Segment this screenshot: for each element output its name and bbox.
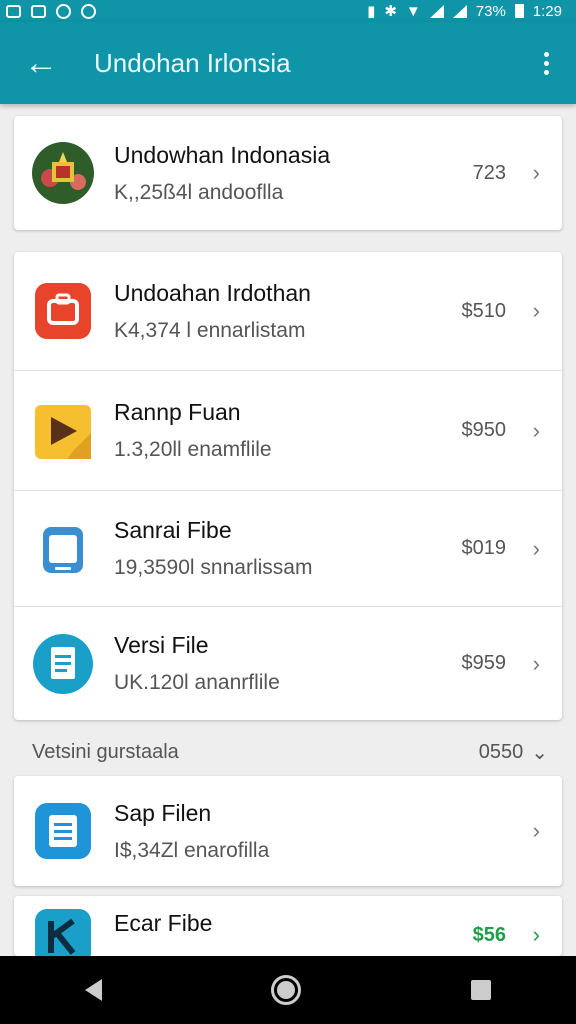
item-price: $959 [461, 652, 507, 674]
item-subtitle: UK.120l ananrflile [114, 671, 280, 694]
list-item[interactable]: Undowhan Indonasia K,,25ß4l andooflla 72… [14, 116, 562, 230]
k-logo-icon [32, 906, 94, 956]
vibrate-icon: ▮ [367, 3, 376, 20]
item-price: $510 [461, 299, 507, 322]
back-arrow-icon[interactable]: ← [0, 22, 82, 104]
status-bar: ▮ ✱ ▼ 73% 1:29 [0, 0, 576, 22]
item-price: 723 [472, 161, 506, 184]
chevron-right-icon: › [532, 818, 540, 843]
chevron-right-icon: › [532, 535, 540, 561]
list-document-icon [32, 800, 94, 862]
battery-icon [514, 4, 524, 18]
chevron-right-icon: › [532, 922, 540, 947]
play-icon [32, 400, 94, 462]
section-label: Vetsini gurstaala [32, 740, 179, 763]
item-name: Undowhan Indonasia [114, 141, 331, 168]
item-subtitle: 1.3,20ll enamflile [114, 438, 272, 461]
list-item[interactable]: Rannp Fuan 1.3,20ll enamflile $950 › [14, 370, 562, 490]
list-item[interactable]: Ecar Fibe $56 › [14, 896, 562, 956]
overflow-menu-icon[interactable] [516, 51, 576, 75]
item-name: Rannp Fuan [114, 399, 241, 425]
item-subtitle: I$,34Zl enarofilla [114, 838, 270, 862]
list-card: Sap Filen I$,34Zl enarofilla › [14, 776, 562, 886]
item-name: Versi File [114, 632, 209, 658]
flag-emblem-icon [32, 142, 94, 204]
item-subtitle: K4,374 l ennarlistam [114, 318, 306, 342]
wifi-icon: ▼ [405, 2, 421, 20]
section-header[interactable]: Vetsini gurstaala 0550 ⌄ [32, 734, 548, 770]
system-nav-bar [0, 956, 576, 1024]
nav-recents-icon[interactable] [471, 980, 492, 1000]
chevron-right-icon: › [532, 650, 540, 676]
sync-icon [56, 3, 71, 19]
list-item[interactable]: Versi File UK.120l ananrflile $959 › [14, 606, 562, 720]
notification-icon [31, 4, 46, 18]
list-item[interactable]: Sap Filen I$,34Zl enarofilla › [14, 776, 562, 886]
chevron-right-icon: › [532, 160, 540, 185]
page-title: Undohan Irlonsia [94, 47, 291, 78]
alert-icon [81, 3, 96, 19]
list-card: Undowhan Indonasia K,,25ß4l andooflla 72… [14, 116, 562, 230]
list-item[interactable]: Undoahan Irdothan K4,374 l ennarlistam $… [14, 252, 562, 370]
list-card: Undoahan Irdothan K4,374 l ennarlistam $… [14, 252, 562, 720]
item-name: Ecar Fibe [114, 910, 213, 936]
suitcase-icon [32, 280, 94, 342]
list-item[interactable]: Sanrai Fibe 19,3590l snnarlissam $019 › [14, 490, 562, 606]
notification-icon [6, 4, 21, 18]
signal-icon [452, 4, 467, 18]
item-name: Sap Filen [114, 799, 212, 826]
signal-icon [429, 4, 444, 18]
list-card: Ecar Fibe $56 › [14, 896, 562, 956]
chevron-down-icon: ⌄ [531, 741, 548, 764]
section-value: 0550 [478, 740, 524, 763]
item-price: $950 [461, 419, 507, 441]
item-name: Undoahan Irdothan [114, 279, 311, 306]
battery-percent: 73% [475, 2, 506, 20]
clock: 1:29 [532, 2, 562, 20]
item-price: $019 [461, 537, 507, 559]
nav-home-icon[interactable] [271, 975, 302, 1005]
item-subtitle: 19,3590l snnarlissam [114, 556, 313, 579]
document-icon [32, 633, 94, 695]
tablet-icon [32, 518, 94, 580]
nav-back-icon[interactable] [84, 979, 102, 1001]
item-price: $56 [472, 924, 506, 946]
chevron-right-icon: › [532, 417, 540, 443]
chevron-right-icon: › [532, 298, 540, 323]
item-name: Sanrai Fibe [114, 517, 232, 543]
app-bar: ← Undohan Irlonsia [0, 22, 576, 104]
item-subtitle: K,,25ß4l andooflla [114, 180, 284, 204]
bluetooth-icon: ✱ [384, 3, 397, 20]
